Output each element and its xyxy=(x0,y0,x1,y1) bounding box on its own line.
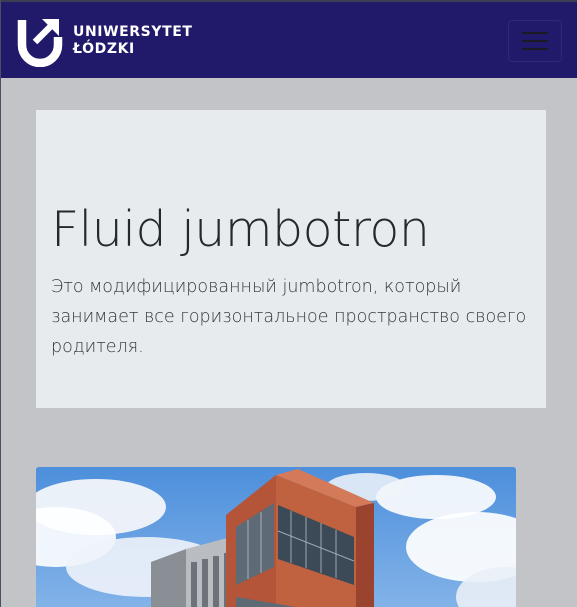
jumbotron-lead: Это модифицированный jumbotron, который … xyxy=(51,277,527,357)
navbar: UNIWERSYTET ŁÓDZKI xyxy=(1,0,577,78)
navbar-toggler-button[interactable] xyxy=(508,20,562,62)
brand-name: UNIWERSYTET ŁÓDZKI xyxy=(73,24,193,58)
brand-link[interactable]: UNIWERSYTET ŁÓDZKI xyxy=(17,15,193,67)
fluid-jumbotron: Fluid jumbotron Это модифицированный jum… xyxy=(36,110,546,408)
building-photo-image xyxy=(36,467,516,607)
ul-logo-icon xyxy=(17,19,63,67)
page: UNIWERSYTET ŁÓDZKI Fluid jumbotron Это м… xyxy=(0,0,577,607)
brand-line-1: UNIWERSYTET xyxy=(73,24,193,40)
brand-line-2: ŁÓDZKI xyxy=(73,41,135,57)
hamburger-menu-icon xyxy=(522,32,548,50)
jumbotron-title: Fluid jumbotron xyxy=(51,201,430,258)
building-photo xyxy=(36,467,516,607)
